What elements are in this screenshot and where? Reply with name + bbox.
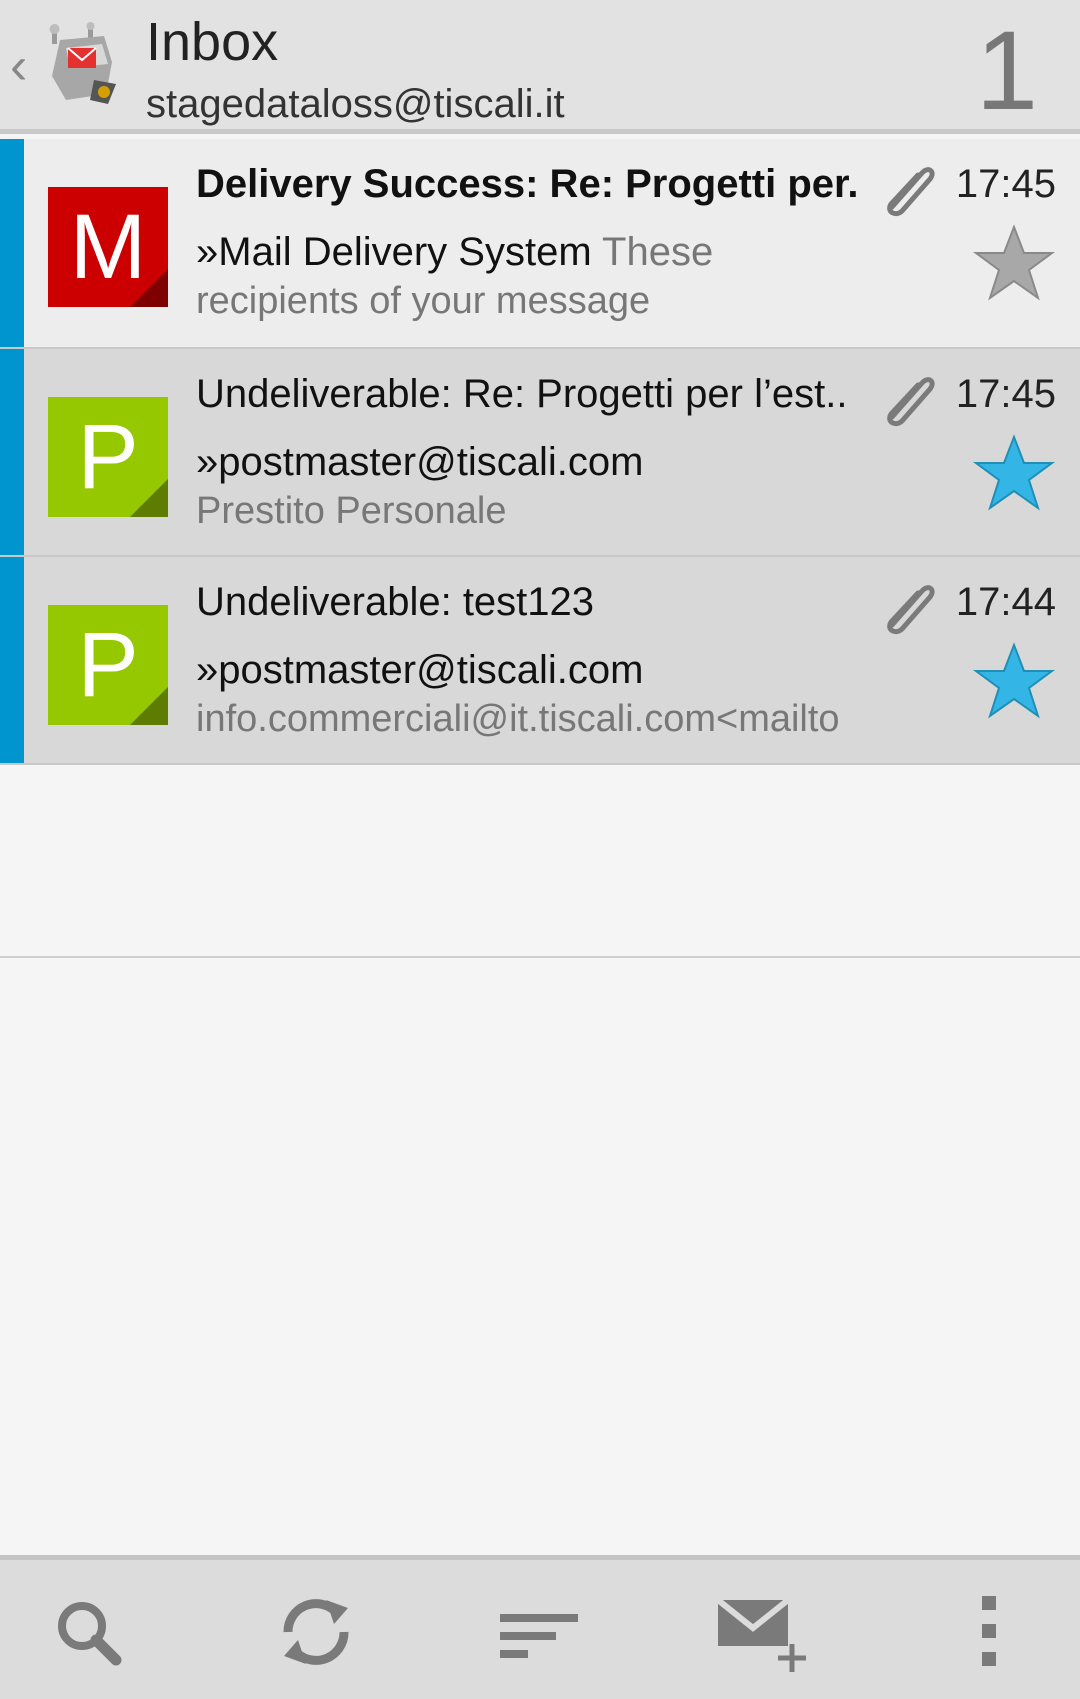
attachment-icon — [887, 585, 935, 635]
unread-indicator — [0, 139, 24, 347]
bottom-toolbar — [0, 1555, 1080, 1699]
message-row[interactable]: P Undeliverable: test123 17:44 »postmast… — [0, 557, 1080, 765]
sender-avatar[interactable]: M — [48, 187, 168, 307]
unread-count: 1 — [975, 8, 1038, 133]
unread-indicator — [0, 557, 24, 763]
account-email: stagedataloss@tiscali.it — [146, 82, 565, 126]
attachment-icon — [887, 167, 935, 217]
message-list: M Delivery Success: Re: Progetti per.. 1… — [0, 139, 1080, 765]
message-preview: Prestito Personale — [196, 490, 507, 532]
back-icon[interactable]: ‹ — [10, 36, 27, 96]
message-time: 17:44 — [955, 580, 1056, 624]
message-preview: info.commerciali@it.tiscali.com<mailto — [196, 698, 840, 740]
message-subject: Undeliverable: Re: Progetti per l’est.. — [196, 372, 848, 416]
message-preview: recipients of your message — [196, 280, 651, 322]
sender-avatar[interactable]: P — [48, 397, 168, 517]
preview-inline: These — [602, 230, 714, 274]
sender-line: »postmaster@tiscali.com — [196, 645, 926, 695]
refresh-icon[interactable] — [266, 1592, 366, 1672]
unread-indicator — [0, 349, 24, 555]
app-header: ‹ Inbox stagedataloss@tiscali.it 1 — [0, 0, 1080, 134]
sender-name: »Mail Delivery System — [196, 230, 592, 274]
app-logo-icon[interactable] — [46, 22, 122, 110]
star-icon[interactable] — [972, 641, 1056, 721]
sender-line: »Mail Delivery System These — [196, 227, 926, 277]
sender-avatar[interactable]: P — [48, 605, 168, 725]
overflow-menu-icon[interactable] — [940, 1592, 1040, 1672]
star-icon[interactable] — [972, 223, 1056, 303]
search-icon[interactable] — [40, 1592, 140, 1672]
message-row[interactable]: P Undeliverable: Re: Progetti per l’est.… — [0, 349, 1080, 557]
message-subject: Undeliverable: test123 — [196, 580, 595, 624]
avatar-fold — [130, 269, 168, 307]
sender-name: »postmaster@tiscali.com — [196, 648, 644, 692]
message-subject: Delivery Success: Re: Progetti per.. — [196, 162, 860, 206]
message-time: 17:45 — [955, 162, 1056, 206]
avatar-fold — [130, 479, 168, 517]
compose-icon[interactable] — [712, 1592, 812, 1672]
sender-name: »postmaster@tiscali.com — [196, 440, 644, 484]
star-icon[interactable] — [972, 433, 1056, 513]
list-divider — [0, 956, 1080, 958]
avatar-fold — [130, 687, 168, 725]
folder-title: Inbox — [146, 12, 279, 72]
message-time: 17:45 — [955, 372, 1056, 416]
message-row[interactable]: M Delivery Success: Re: Progetti per.. 1… — [0, 139, 1080, 349]
attachment-icon — [887, 377, 935, 427]
sender-line: »postmaster@tiscali.com — [196, 437, 926, 487]
sort-icon[interactable] — [488, 1592, 588, 1672]
